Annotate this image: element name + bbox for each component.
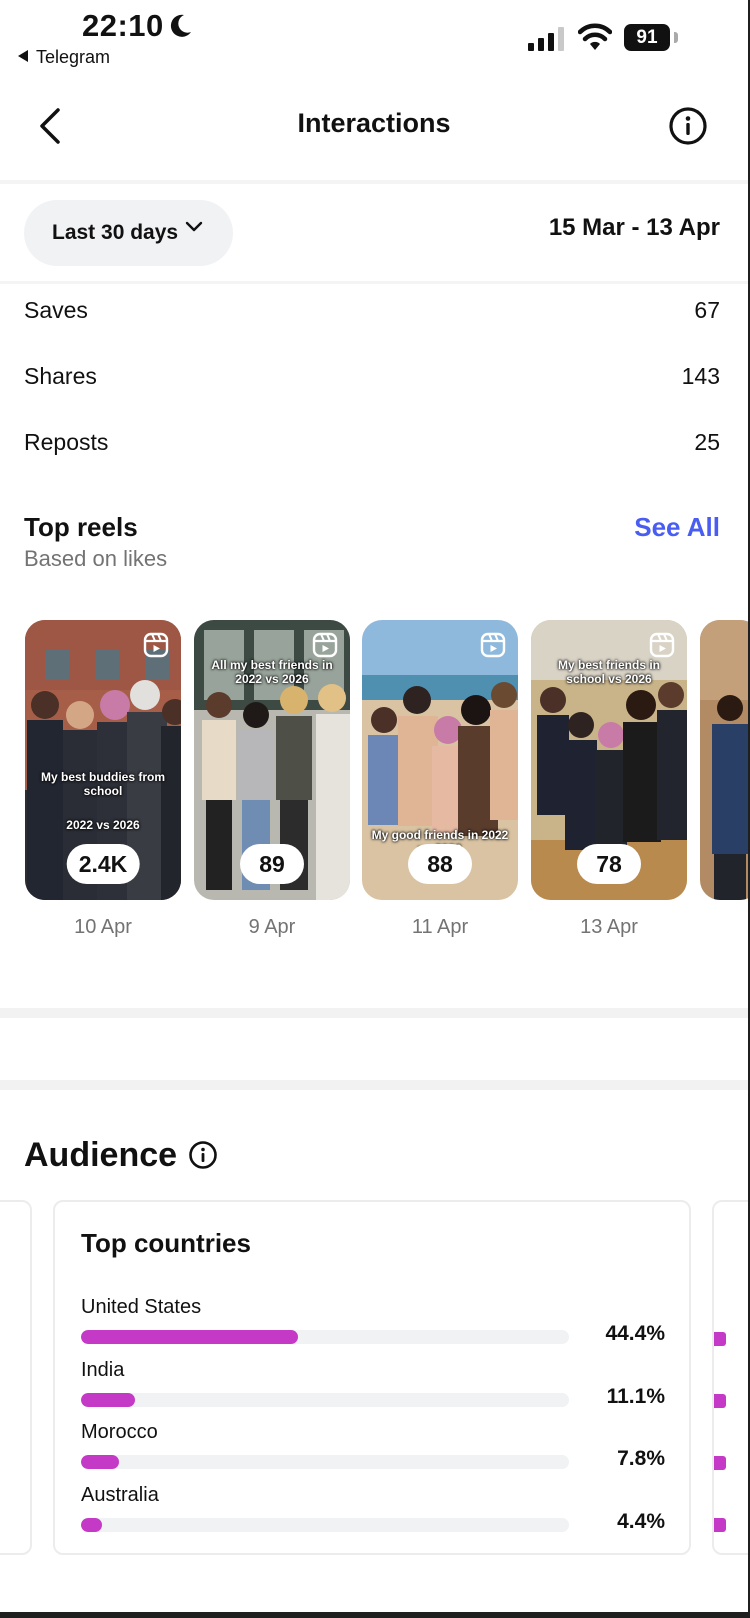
reel-caption: My best friends in school vs 2026 <box>557 658 661 686</box>
metric-row-reposts: Reposts 25 <box>24 429 720 456</box>
chevron-down-icon <box>185 221 203 232</box>
reel-icon <box>312 632 338 658</box>
country-bar-track <box>81 1393 569 1407</box>
reel-thumbnail[interactable]: My best buddies from school 2022 vs 2026… <box>25 620 181 900</box>
signal-icon <box>528 27 564 51</box>
metric-label: Saves <box>24 297 88 323</box>
info-icon[interactable] <box>188 1140 218 1170</box>
country-row: India 11.1% <box>81 1359 665 1419</box>
metric-row-saves: Saves 67 <box>24 297 720 324</box>
reel-thumbnail[interactable]: My good friends in 2022 vs 2026 88 <box>362 620 518 900</box>
likes-badge: 78 <box>577 844 641 884</box>
country-bar-fill <box>81 1518 103 1532</box>
date-range-dropdown[interactable]: Last 30 days <box>24 200 233 266</box>
country-percent: 11.1% <box>606 1385 665 1408</box>
country-percent: 44.4% <box>605 1322 665 1345</box>
info-icon[interactable] <box>668 106 708 146</box>
audience-title: Audience <box>24 1136 178 1174</box>
section-divider <box>0 1080 748 1090</box>
date-range-label: Last 30 days <box>52 221 179 244</box>
reel-icon <box>143 632 169 658</box>
metric-row-shares: Shares 143 <box>24 363 720 390</box>
status-time: 22:10 <box>82 8 164 43</box>
reel-image <box>700 620 748 900</box>
country-bar-fill <box>81 1393 136 1407</box>
metric-value: 67 <box>694 297 720 323</box>
metric-label: Reposts <box>24 429 109 455</box>
see-all-link[interactable]: See All <box>634 512 720 543</box>
reel-caption: All my best friends in 2022 vs 2026 <box>211 658 333 686</box>
reel-caption: 2022 vs 2026 <box>66 818 140 832</box>
top-reels-subtitle: Based on likes <box>24 546 168 571</box>
country-bar-fill <box>81 1455 120 1469</box>
reel-thumbnail[interactable]: All my best friends in 2022 vs 2026 89 <box>194 620 350 900</box>
country-name: Morocco <box>81 1421 158 1443</box>
screen: 22:10 Telegram 91 Interactions Last 30 d… <box>0 0 748 1612</box>
section-divider <box>0 1008 748 1018</box>
reel-caption: My best buddies from school <box>40 770 165 798</box>
back-app-label: Telegram <box>36 47 111 67</box>
reel-date: 10 Apr <box>74 916 132 938</box>
country-bar-track <box>81 1518 569 1532</box>
page-title: Interactions <box>297 108 451 138</box>
country-bar-fill <box>81 1330 298 1344</box>
metric-label: Shares <box>24 363 97 389</box>
battery-icon: 91 <box>624 24 678 51</box>
country-bar-track <box>81 1455 569 1469</box>
likes-badge: 89 <box>240 844 304 884</box>
reel-date: 11 Apr <box>411 916 469 938</box>
top-reels-title: Top reels <box>24 512 138 542</box>
country-percent: 7.8% <box>617 1447 665 1470</box>
metric-value: 143 <box>681 363 720 389</box>
back-to-app-link[interactable]: Telegram <box>18 47 110 68</box>
country-row: Morocco 7.8% <box>81 1421 665 1481</box>
moon-icon <box>170 14 191 37</box>
country-name: India <box>81 1359 125 1381</box>
likes-badge: 2.4K <box>66 844 140 884</box>
reel-thumbnail-partial[interactable] <box>700 620 748 900</box>
wifi-icon <box>578 23 612 50</box>
top-countries-card[interactable]: Top countries United States 44.4% India … <box>53 1200 691 1555</box>
country-row: Australia 4.4% <box>81 1484 665 1544</box>
country-row: United States 44.4% <box>81 1296 665 1356</box>
battery-level: 91 <box>624 24 670 51</box>
reel-thumbnail[interactable]: My best friends in school vs 2026 78 <box>531 620 687 900</box>
reel-date: 9 Apr <box>248 916 296 938</box>
card-title: Top countries <box>81 1228 251 1258</box>
metric-value: 25 <box>694 429 720 455</box>
date-range-text: 15 Mar - 13 Apr <box>548 214 720 241</box>
country-name: United States <box>81 1296 202 1318</box>
reel-icon <box>480 632 506 658</box>
reel-date: 13 Apr <box>580 916 638 938</box>
header-divider <box>0 180 748 184</box>
country-name: Australia <box>81 1484 159 1506</box>
filter-divider <box>0 281 748 284</box>
reel-icon <box>649 632 675 658</box>
back-triangle-icon <box>18 50 28 62</box>
audience-card-previous[interactable] <box>0 1200 32 1555</box>
likes-badge: 88 <box>408 844 472 884</box>
audience-card-next[interactable] <box>712 1200 748 1555</box>
country-percent: 4.4% <box>617 1510 665 1533</box>
country-bar-track <box>81 1330 569 1344</box>
